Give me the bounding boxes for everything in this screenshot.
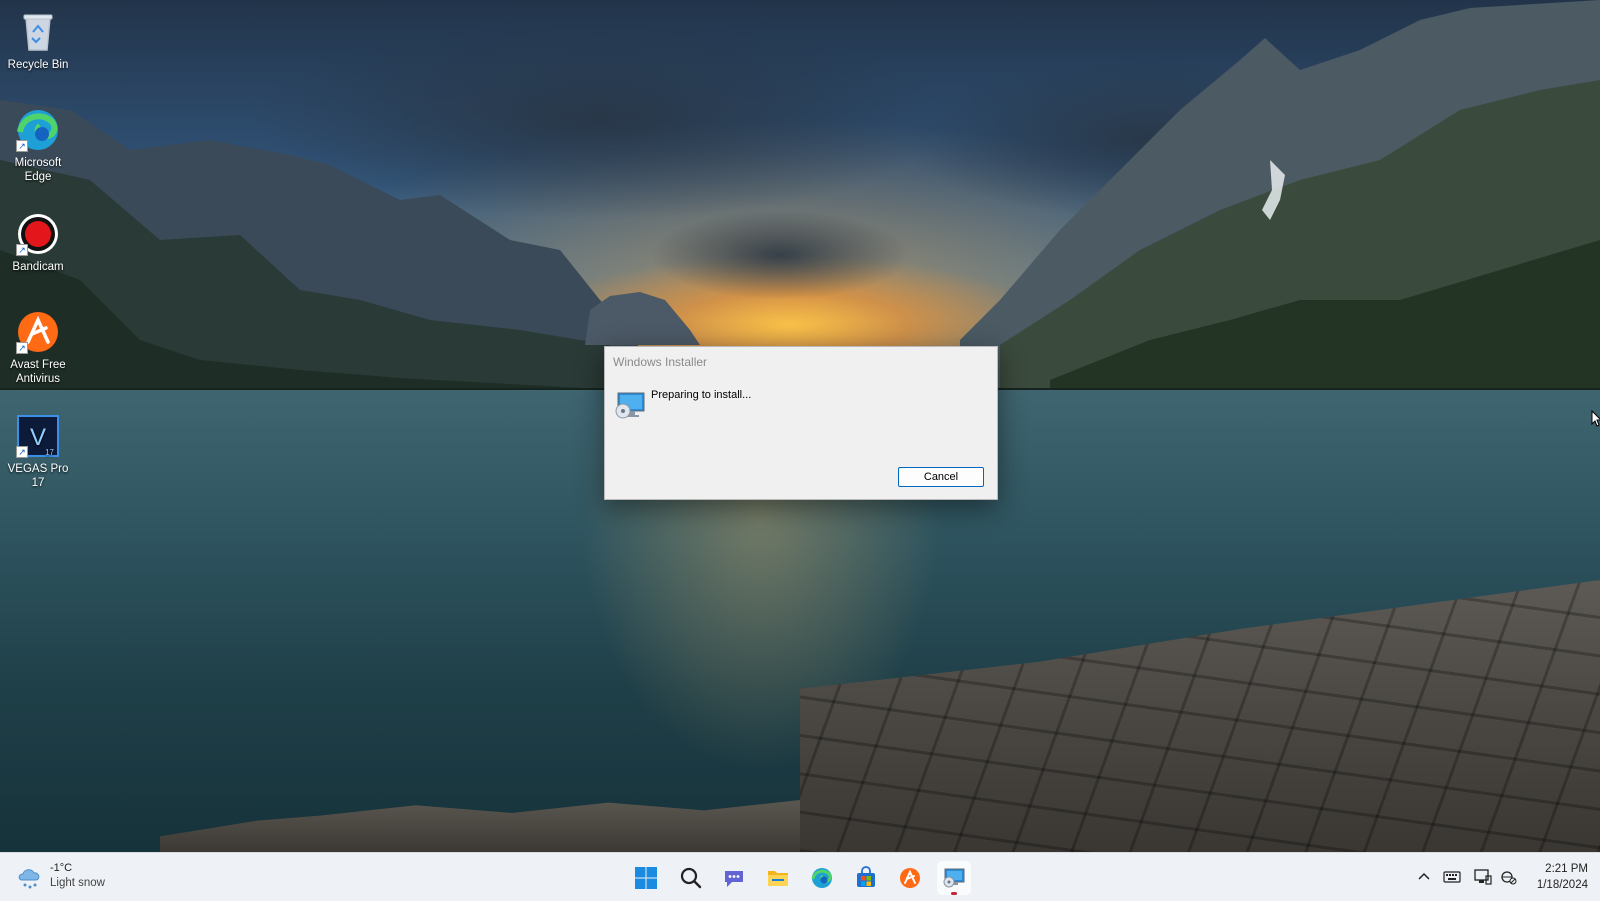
taskbar-store-button[interactable] [849, 861, 883, 895]
desktop-icon-bandicam[interactable]: ↗ Bandicam [2, 212, 74, 274]
chevron-up-icon [1418, 872, 1430, 880]
shortcut-arrow-icon: ↗ [16, 446, 28, 458]
running-indicator [951, 892, 957, 895]
display-icon [1474, 869, 1492, 885]
taskbar-clock[interactable]: 2:21 PM 1/18/2024 [1537, 861, 1588, 893]
store-icon [857, 866, 875, 887]
taskbar-chat-button[interactable] [717, 861, 751, 895]
cancel-button[interactable]: Cancel [898, 467, 984, 487]
weather-widget[interactable]: -1°C Light snow [16, 861, 136, 895]
taskbar-avast-button[interactable] [893, 861, 927, 895]
windows-installer-dialog[interactable]: Windows Installer Preparing to install..… [604, 346, 998, 500]
desktop-icon-vegas-pro[interactable]: V 17 ↗ VEGAS Pro 17 [2, 414, 74, 490]
dialog-message: Preparing to install... [651, 389, 752, 401]
svg-text:17: 17 [45, 448, 54, 457]
edge-icon [811, 868, 832, 888]
mouse-cursor-icon [1591, 410, 1600, 427]
network-tray-button[interactable] [1499, 867, 1519, 887]
desktop-icon-label: Recycle Bin [7, 59, 69, 71]
teams-chat-icon [725, 871, 743, 887]
windows-start-icon [635, 867, 657, 889]
bandicam-icon: ↗ [16, 212, 60, 256]
taskbar-search-button[interactable] [674, 861, 708, 895]
desktop-icon-recycle-bin[interactable]: Recycle Bin [2, 10, 74, 72]
desktop-icon-microsoft-edge[interactable]: ↗ Microsoft Edge [2, 108, 74, 184]
taskbar-edge-button[interactable] [805, 861, 839, 895]
display-tray-button[interactable] [1473, 867, 1493, 887]
start-button[interactable] [629, 861, 663, 895]
dialog-title: Windows Installer [613, 355, 708, 369]
folder-icon [768, 871, 788, 886]
network-icon [1501, 871, 1517, 885]
desktop-icon-label: Avast Free Antivirus [10, 359, 66, 385]
shortcut-arrow-icon: ↗ [16, 244, 28, 256]
snow-cloud-icon [18, 869, 40, 889]
avast-icon [900, 868, 920, 888]
taskbar-file-explorer-button[interactable] [761, 861, 795, 895]
input-indicator-button[interactable] [1442, 867, 1462, 887]
svg-text:V: V [30, 424, 46, 451]
installer-icon [615, 391, 645, 419]
weather-temperature: -1°C [50, 862, 73, 874]
show-hidden-icons-button[interactable] [1414, 867, 1434, 887]
shortcut-arrow-icon: ↗ [16, 342, 28, 354]
shortcut-arrow-icon: ↗ [16, 140, 28, 152]
clock-time: 2:21 PM [1545, 863, 1588, 875]
desktop-icon-label: Microsoft Edge [14, 157, 62, 183]
taskbar: -1°C Light snow 2:21 PM 1/18/2024 [0, 852, 1600, 901]
edge-icon: ↗ [16, 108, 60, 152]
taskbar-installer-button[interactable] [937, 861, 971, 895]
desktop-icon-avast[interactable]: ↗ Avast Free Antivirus [2, 310, 74, 386]
avast-icon: ↗ [16, 310, 60, 354]
desktop-icon-label: VEGAS Pro 17 [7, 463, 69, 489]
desktop-icon-label: Bandicam [12, 261, 64, 273]
keyboard-icon [1443, 871, 1461, 883]
installer-icon [943, 868, 965, 888]
recycle-bin-icon [16, 10, 60, 54]
vegas-icon: V 17 ↗ [16, 414, 60, 458]
clock-date: 1/18/2024 [1536, 879, 1588, 891]
search-icon [680, 867, 702, 889]
weather-condition: Light snow [50, 877, 105, 889]
